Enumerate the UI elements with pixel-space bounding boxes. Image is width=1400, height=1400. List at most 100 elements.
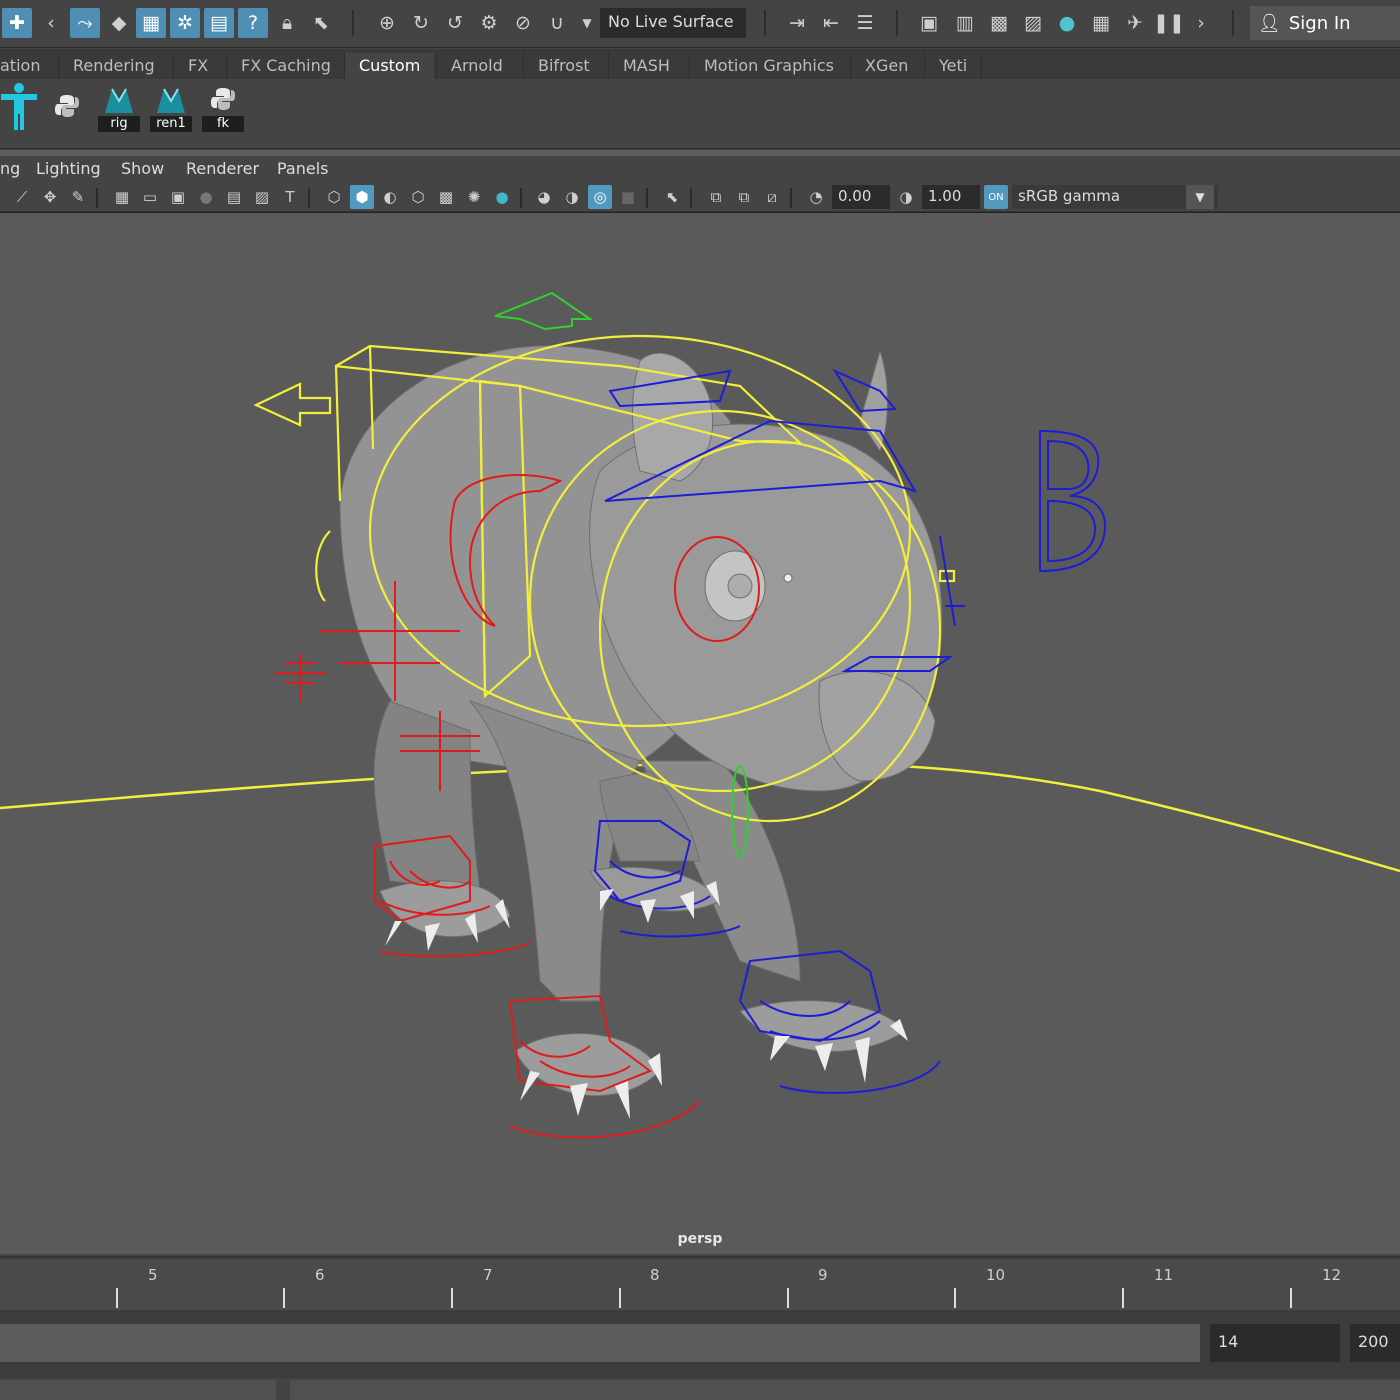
isolate-select-icon[interactable]: ⬉ xyxy=(660,185,684,209)
textured-icon[interactable]: ▩ xyxy=(434,185,458,209)
shadows-icon[interactable]: ● xyxy=(490,185,514,209)
arnold-render-icon[interactable]: ✈ xyxy=(1120,8,1150,38)
lights-icon[interactable]: ✺ xyxy=(462,185,486,209)
exposure-field[interactable]: 0.00 xyxy=(832,185,890,209)
ren1-mel-button[interactable]: ren1 xyxy=(148,83,194,132)
tick-label: 7 xyxy=(483,1266,493,1284)
color-space-dropdown[interactable]: sRGB gamma ▼ xyxy=(1012,185,1218,209)
menu-show[interactable]: Show xyxy=(121,159,164,178)
attribute-list-icon[interactable]: ☰ xyxy=(850,8,880,38)
tab-bifrost[interactable]: Bifrost xyxy=(523,53,604,79)
tick-label: 8 xyxy=(650,1266,660,1284)
gamma-field[interactable]: 1.00 xyxy=(922,185,980,209)
render-frame-icon[interactable]: ▣ xyxy=(914,8,944,38)
render-settings-icon[interactable]: ▨ xyxy=(1018,8,1048,38)
lock-icon[interactable]: 🔒︎ xyxy=(272,8,302,38)
tab-yeti[interactable]: Yeti xyxy=(924,53,983,79)
hypershade-icon[interactable]: ● xyxy=(1052,8,1082,38)
viewport-persp[interactable]: persp xyxy=(0,212,1400,1254)
separator xyxy=(96,188,98,208)
fk-python-button[interactable]: fk xyxy=(200,83,246,132)
rig-mel-button[interactable]: rig xyxy=(96,83,142,132)
range-slider: 14 200 xyxy=(0,1310,1400,1378)
symmetry-icon[interactable]: ⊘ xyxy=(508,8,538,38)
cursor-icon[interactable]: ⬉ xyxy=(306,8,336,38)
python-script-icon[interactable] xyxy=(44,83,90,129)
field-chart-icon[interactable]: ▤ xyxy=(222,185,246,209)
tab-fx[interactable]: FX xyxy=(173,53,222,79)
snap-point-icon[interactable]: ▤ xyxy=(204,8,234,38)
gate-mask-icon[interactable]: ● xyxy=(194,185,218,209)
color-management-icon[interactable]: ON xyxy=(984,185,1008,209)
safe-action-icon[interactable]: ▨ xyxy=(250,185,274,209)
snap-curve-icon[interactable]: ✲ xyxy=(170,8,200,38)
tab-animation[interactable]: ation xyxy=(0,53,54,79)
script-feedback xyxy=(290,1380,1400,1400)
camera-tumble-icon[interactable]: ✥ xyxy=(38,185,62,209)
wireframe-icon[interactable]: ⬡ xyxy=(322,185,346,209)
end-frame-field[interactable]: 200 xyxy=(1350,1324,1400,1362)
current-frame-field[interactable]: 14 xyxy=(1210,1324,1340,1362)
snap-grid-icon[interactable]: ▦ xyxy=(136,8,166,38)
depth-of-field-icon[interactable]: ■ xyxy=(616,185,640,209)
camera-attributes-icon[interactable]: ⟋ xyxy=(10,185,34,209)
help-icon[interactable]: ? xyxy=(238,8,268,38)
time-slider[interactable]: 5 6 7 8 9 10 11 12 xyxy=(0,1256,1400,1310)
exposure-icon[interactable]: ◔ xyxy=(804,185,828,209)
smooth-shade-icon[interactable]: ⬢ xyxy=(350,185,374,209)
magnet-icon[interactable]: ∪ xyxy=(542,8,572,38)
live-surface-field[interactable]: No Live Surface xyxy=(600,8,746,38)
snap-live-icon[interactable]: ↻ xyxy=(406,8,436,38)
film-gate-icon[interactable]: ▭ xyxy=(138,185,162,209)
separator xyxy=(690,188,692,208)
chevron-down-icon[interactable]: ▼ xyxy=(572,8,602,38)
xray-components-icon[interactable]: ⧄ xyxy=(760,185,784,209)
menu-lighting[interactable]: Lighting xyxy=(36,159,101,178)
gamma-icon[interactable]: ◑ xyxy=(894,185,918,209)
chevron-right-icon[interactable]: › xyxy=(1186,8,1216,38)
humanik-figure-icon[interactable] xyxy=(0,83,42,130)
menu-panels[interactable]: Panels xyxy=(277,159,329,178)
tab-custom[interactable]: Custom xyxy=(344,53,435,79)
xray-joints-icon[interactable]: ⧉ xyxy=(732,185,756,209)
tick-label: 11 xyxy=(1154,1266,1174,1284)
input-ops-icon[interactable]: ⇥ xyxy=(782,8,812,38)
grid-icon[interactable]: ▦ xyxy=(110,185,134,209)
soft-select-icon[interactable]: ⚙ xyxy=(474,8,504,38)
select-tool-icon[interactable]: ‹ xyxy=(36,8,66,38)
move-tool-icon[interactable]: ✚ xyxy=(2,8,32,38)
tick-label: 5 xyxy=(148,1266,158,1284)
menu-renderer[interactable]: Renderer xyxy=(186,159,259,178)
motion-blur-icon[interactable]: ◑ xyxy=(560,185,584,209)
render-sequence-icon[interactable]: ▥ xyxy=(950,8,980,38)
snap-view-icon[interactable]: ⊕ xyxy=(372,8,402,38)
tab-fx-caching[interactable]: FX Caching xyxy=(226,53,345,79)
anti-aliasing-icon[interactable]: ◎ xyxy=(588,185,612,209)
paint-select-icon[interactable]: ◆ xyxy=(104,8,134,38)
ipr-render-icon[interactable]: ▩ xyxy=(984,8,1014,38)
lasso-icon[interactable]: ⤳ xyxy=(70,8,100,38)
history-icon[interactable]: ↺ xyxy=(440,8,470,38)
safe-title-icon[interactable]: T xyxy=(278,185,302,209)
range-slider-bar[interactable] xyxy=(0,1324,1200,1362)
xray-icon[interactable]: ⧉ xyxy=(704,185,728,209)
tab-mash[interactable]: MASH xyxy=(608,53,684,79)
tab-motion-graphics[interactable]: Motion Graphics xyxy=(689,53,848,79)
pause-icon[interactable]: ❚❚ xyxy=(1153,8,1185,38)
resolution-gate-icon[interactable]: ▣ xyxy=(166,185,190,209)
menu-shading[interactable]: ng xyxy=(0,159,20,178)
wireframe-on-shaded-icon[interactable]: ⬡ xyxy=(406,185,430,209)
tab-arnold[interactable]: Arnold xyxy=(436,53,517,79)
render-view-icon[interactable]: ▦ xyxy=(1086,8,1116,38)
output-ops-icon[interactable]: ⇤ xyxy=(816,8,846,38)
default-material-icon[interactable]: ◐ xyxy=(378,185,402,209)
ambient-occlusion-icon[interactable]: ◕ xyxy=(532,185,556,209)
camera-brush-icon[interactable]: ✎ xyxy=(66,185,90,209)
scene-canvas[interactable] xyxy=(0,213,1400,1255)
tab-rendering[interactable]: Rendering xyxy=(58,53,169,79)
time-slider-track[interactable] xyxy=(0,1260,1400,1310)
command-input[interactable] xyxy=(0,1380,276,1400)
squirrel-mesh xyxy=(339,345,943,1097)
tab-xgen[interactable]: XGen xyxy=(850,53,922,79)
sign-in-button[interactable]: 👤︎ Sign In xyxy=(1250,6,1400,40)
